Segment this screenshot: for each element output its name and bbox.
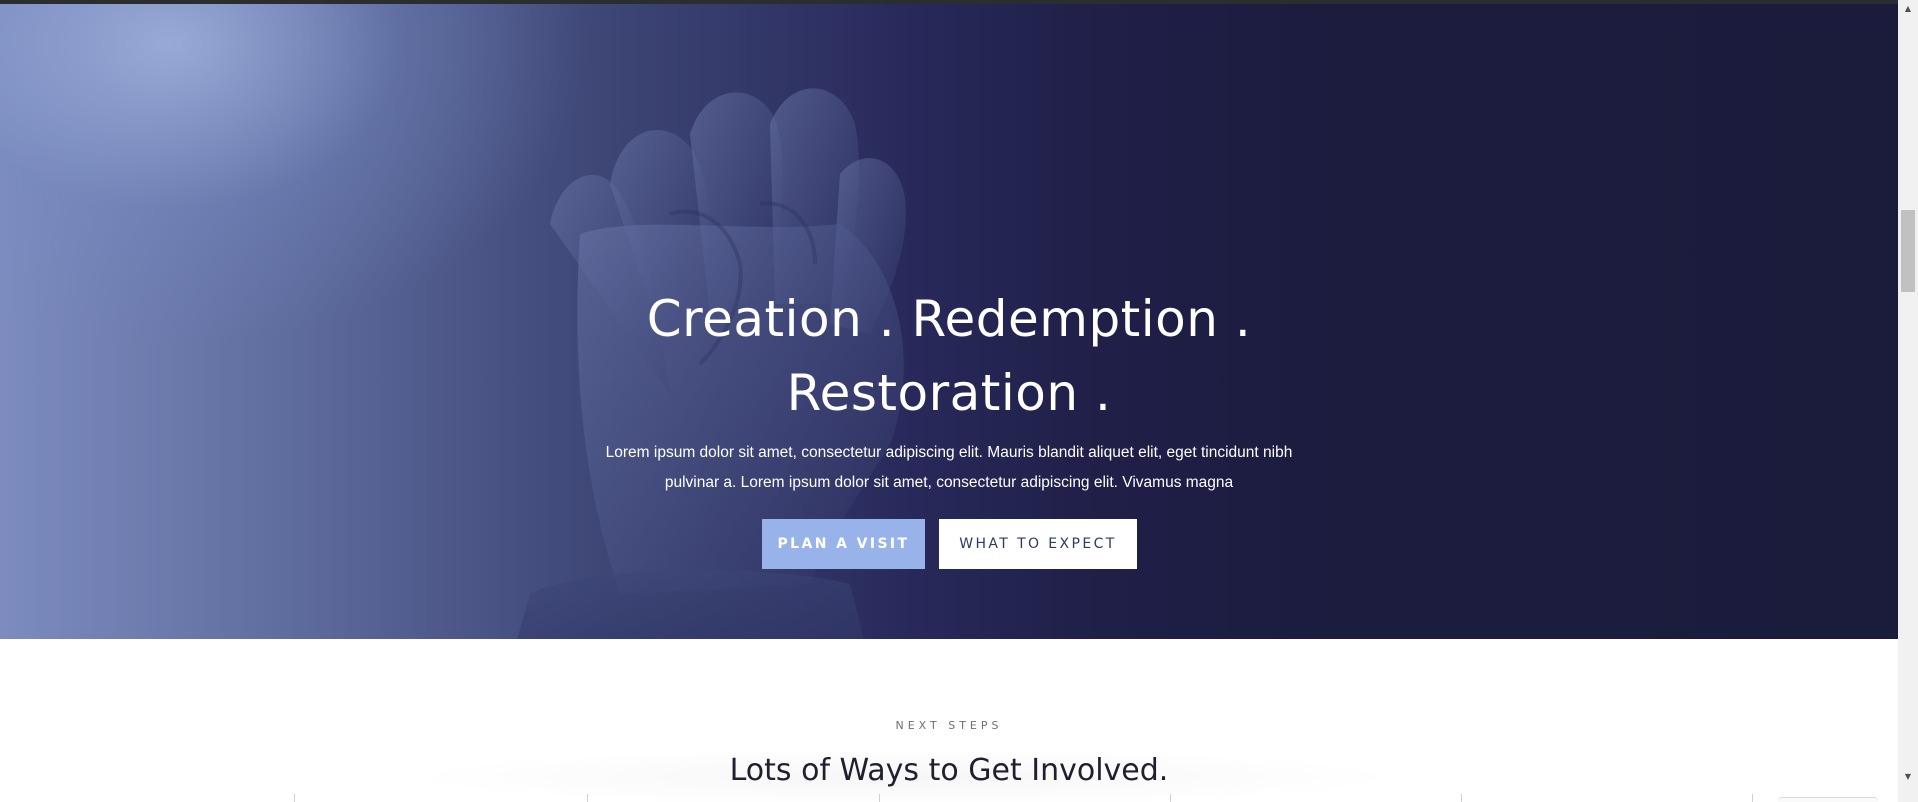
card-divider [1461,794,1462,802]
next-steps-section: NEXT STEPS Lots of Ways to Get Involved. [0,639,1898,802]
vertical-scrollbar[interactable]: ▲ ▼ [1898,0,1918,802]
card-divider [1752,794,1753,802]
card-divider [587,794,588,802]
next-steps-eyebrow: NEXT STEPS [895,719,1003,732]
hero-title-line-1: Creation . Redemption . [646,290,1252,348]
triangle-up-icon[interactable]: ▲ [1898,0,1918,17]
hero-description-line-2: pulvinar a. Lorem ipsum dolor sit amet, … [664,474,1234,491]
hero-title: Creation . Redemption . Restoration . [549,282,1349,430]
hero-description: Lorem ipsum dolor sit amet, consectetur … [579,438,1319,498]
hero-title-line-2: Restoration . [786,364,1112,422]
triangle-down-icon[interactable]: ▼ [1898,768,1918,785]
plan-a-visit-button[interactable]: PLAN A VISIT [762,519,925,569]
what-to-expect-button[interactable]: WHAT TO EXPECT [939,519,1137,569]
card-divider [879,794,880,802]
corner-widget-tab[interactable] [1778,797,1878,802]
next-steps-title: Lots of Ways to Get Involved. [729,753,1169,788]
card-divider [294,794,295,802]
card-divider [1170,794,1171,802]
hero-description-line-1: Lorem ipsum dolor sit amet, consectetur … [605,444,1293,461]
scrollbar-thumb[interactable] [1901,210,1915,292]
hero-content: Creation . Redemption . Restoration . Lo… [0,4,1898,639]
hero-section: Creation . Redemption . Restoration . Lo… [0,4,1898,639]
